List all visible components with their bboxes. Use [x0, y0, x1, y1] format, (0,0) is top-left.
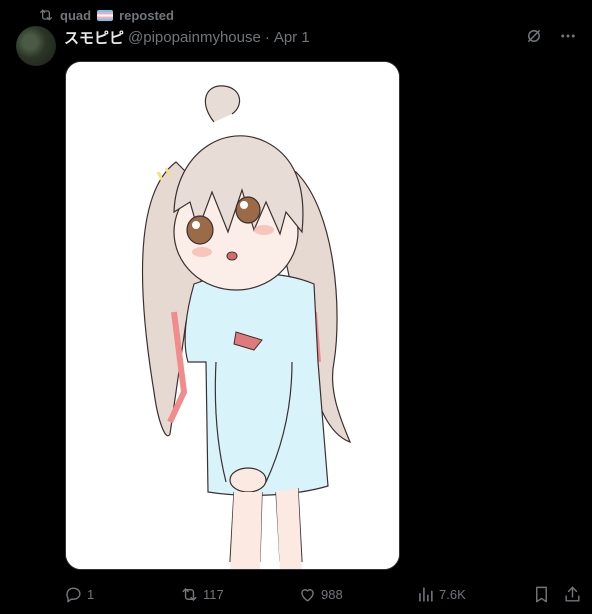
repost-icon — [180, 585, 199, 604]
repost-count: 117 — [203, 586, 224, 602]
views-icon — [416, 585, 435, 604]
like-count: 988 — [321, 586, 343, 602]
transgender-flag-icon — [97, 9, 114, 21]
reply-button[interactable]: 1 — [64, 582, 94, 606]
repost-label: reposted — [119, 7, 174, 23]
post-date[interactable]: Apr 1 — [274, 29, 310, 46]
bookmark-button[interactable] — [532, 582, 551, 606]
author-line: スモピピ @pipopainmyhouse · Apr 1 — [64, 27, 310, 47]
repost-user[interactable]: quad — [60, 8, 91, 23]
heart-icon — [298, 585, 317, 604]
views-button[interactable]: 7.6K — [416, 582, 466, 606]
like-button[interactable]: 988 — [298, 582, 343, 606]
user-handle[interactable]: @pipopainmyhouse — [128, 29, 261, 46]
grok-button[interactable] — [522, 26, 546, 50]
more-options-button[interactable] — [556, 26, 580, 50]
reply-count: 1 — [87, 586, 95, 602]
repost-indicator: quad reposted — [38, 6, 174, 24]
separator-dot: · — [264, 28, 270, 46]
share-button[interactable] — [563, 582, 582, 606]
anime-girl-illustration — [66, 62, 399, 569]
post-image[interactable] — [65, 61, 400, 570]
more-options-icon — [559, 27, 577, 50]
views-count: 7.6K — [439, 586, 466, 602]
display-name[interactable]: スモピピ — [64, 27, 124, 48]
repost-icon — [38, 7, 54, 23]
reply-icon — [64, 585, 83, 604]
grok-icon — [525, 27, 543, 50]
repost-button[interactable]: 117 — [180, 582, 224, 606]
bookmark-icon — [532, 585, 551, 604]
top-actions — [522, 26, 580, 50]
action-bar: 1 117 988 7.6K — [0, 582, 592, 606]
share-icon — [563, 585, 582, 604]
avatar[interactable] — [16, 26, 56, 66]
post[interactable]: quad reposted スモピピ @pipopainmyhouse · Ap… — [0, 0, 592, 614]
